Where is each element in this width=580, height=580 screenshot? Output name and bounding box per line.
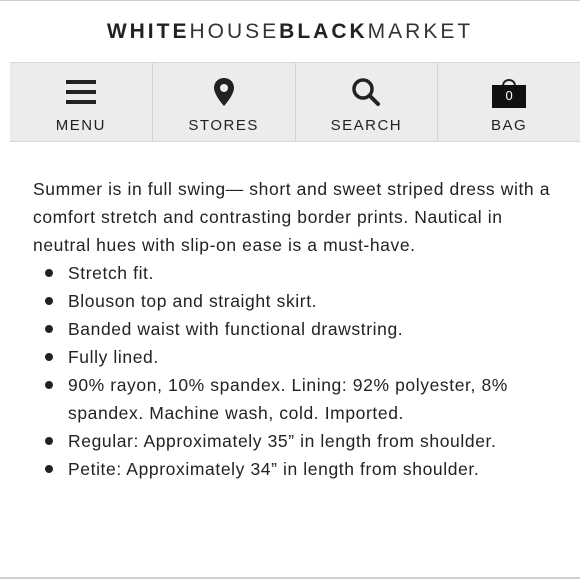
brand-word-white: WHITE (106, 20, 190, 43)
nav-search-label: SEARCH (330, 117, 403, 134)
shopping-bag-icon: 0 (491, 75, 527, 109)
feature-list: Stretch fit. Blouson top and straight sk… (33, 259, 563, 483)
brand-word-market: MARKET (367, 20, 474, 43)
nav-search-button[interactable]: SEARCH (294, 63, 438, 141)
feature-item: Stretch fit. (33, 259, 563, 287)
feature-item: Blouson top and straight skirt. (33, 287, 563, 315)
search-icon (351, 75, 381, 109)
feature-item: Banded waist with functional drawstring. (33, 315, 563, 343)
hamburger-icon (65, 75, 96, 109)
feature-item: 90% rayon, 10% spandex. Lining: 92% poly… (33, 371, 563, 427)
brand-word-house: HOUSE (189, 20, 280, 43)
bag-icon-wrap: 0 (491, 75, 527, 109)
nav-bar: MENU STORES SEARCH 0 BAG (10, 62, 580, 142)
bag-count-badge: 0 (505, 88, 513, 103)
nav-stores-button[interactable]: STORES (151, 63, 295, 141)
feature-item: Regular: Approximately 35” in length fro… (33, 427, 563, 455)
nav-bag-label: BAG (491, 117, 528, 134)
bottom-divider (0, 577, 580, 579)
feature-item: Fully lined. (33, 343, 563, 371)
product-description: Summer is in full swing— short and sweet… (33, 175, 563, 483)
nav-stores-label: STORES (188, 117, 259, 134)
nav-bag-button[interactable]: 0 BAG (437, 63, 580, 141)
location-pin-icon (213, 75, 235, 109)
brand-word-black: BLACK (279, 20, 368, 43)
nav-menu-button[interactable]: MENU (10, 63, 152, 141)
brand-logo[interactable]: WHITEHOUSEBLACKMARKET (107, 20, 473, 44)
description-intro: Summer is in full swing— short and sweet… (33, 179, 551, 255)
nav-menu-label: MENU (55, 117, 106, 134)
brand-header: WHITEHOUSEBLACKMARKET (0, 0, 580, 63)
feature-item: Petite: Approximately 34” in length from… (33, 455, 563, 483)
